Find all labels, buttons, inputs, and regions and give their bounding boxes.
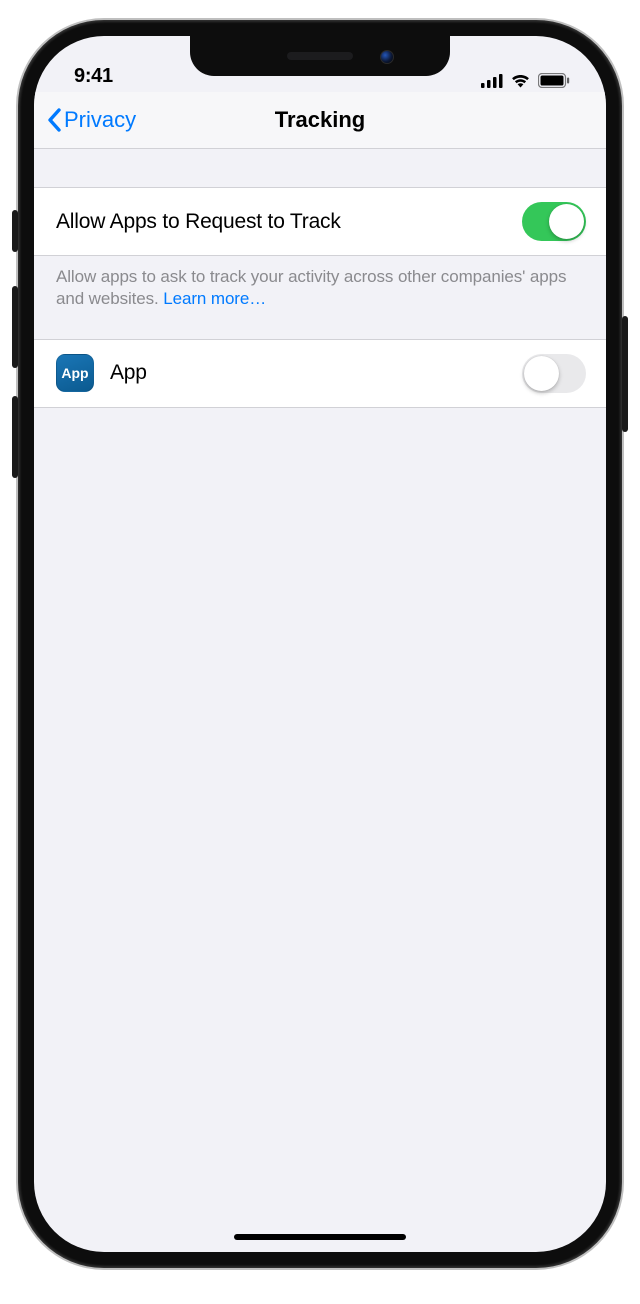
learn-more-link[interactable]: Learn more… (163, 289, 266, 308)
chevron-left-icon (46, 108, 62, 132)
battery-icon (538, 73, 570, 88)
status-time: 9:41 (74, 65, 113, 88)
phone-screen: 9:41 (34, 36, 606, 1252)
notch (190, 36, 450, 76)
allow-tracking-description: Allow apps to ask to track your activity… (34, 256, 606, 339)
description-text: Allow apps to ask to track your activity… (56, 267, 566, 308)
back-button[interactable]: Privacy (46, 107, 136, 133)
cellular-icon (481, 74, 503, 88)
allow-tracking-toggle[interactable] (522, 202, 586, 241)
allow-tracking-row: Allow Apps to Request to Track (34, 187, 606, 256)
app-tracking-toggle[interactable] (522, 354, 586, 393)
allow-tracking-label: Allow Apps to Request to Track (56, 210, 506, 234)
power-button (622, 316, 628, 432)
volume-up-button (12, 286, 18, 368)
nav-header: Privacy Tracking (34, 92, 606, 148)
volume-down-button (12, 396, 18, 478)
phone-frame: 9:41 (18, 20, 622, 1268)
front-camera (380, 50, 394, 64)
app-tracking-row: App App (34, 339, 606, 408)
content: Allow Apps to Request to Track Allow app… (34, 149, 606, 408)
ring-switch (12, 210, 18, 252)
wifi-icon (510, 73, 531, 88)
back-label: Privacy (64, 107, 136, 133)
app-icon: App (56, 354, 94, 392)
app-name: App (110, 361, 506, 385)
status-icons (481, 73, 570, 88)
page-title: Tracking (275, 107, 365, 133)
home-indicator[interactable] (234, 1234, 406, 1240)
speaker-grill (287, 52, 353, 60)
